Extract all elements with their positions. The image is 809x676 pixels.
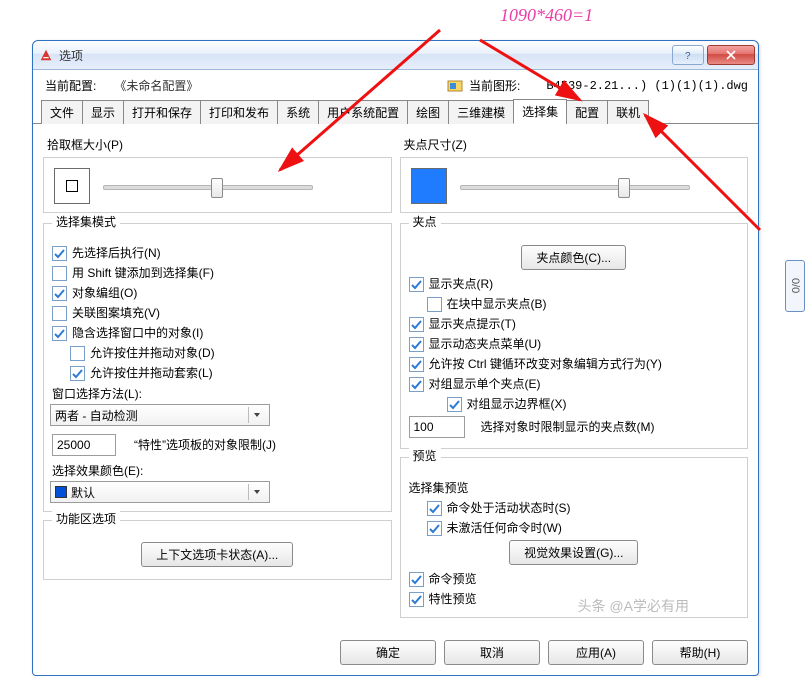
press-drag-lasso-label: 允许按住并拖动套索(L) bbox=[90, 365, 213, 381]
drawing-value: B4539-2.21...) (1)(1)(1).dwg bbox=[546, 79, 748, 93]
tab-selection[interactable]: 选择集 bbox=[513, 99, 567, 124]
grips-in-block-checkbox[interactable] bbox=[427, 297, 442, 312]
prop-preview-label: 特性预览 bbox=[429, 591, 477, 607]
tab-userpref[interactable]: 用户系统配置 bbox=[318, 100, 408, 124]
ctrl-cycle-checkbox[interactable] bbox=[409, 357, 424, 372]
watermark-text: 头条 @A学必有用 bbox=[578, 596, 689, 616]
side-tab[interactable]: 0/0 bbox=[785, 260, 805, 312]
grip-group-label: 夹点 bbox=[409, 213, 441, 230]
obj-group-label: 对象编组(O) bbox=[72, 285, 137, 301]
options-dialog: 选项 ? 当前配置: 《未命名配置》 当前图形: B4539-2.21...) … bbox=[32, 40, 759, 676]
profile-value: 《未命名配置》 bbox=[104, 77, 218, 94]
left-column: 拾取框大小(P) 选择集模式 先选择后执行(N) 用 Shift 键添加到选择集… bbox=[43, 132, 392, 626]
context-tab-state-button[interactable]: 上下文选项卡状态(A)... bbox=[141, 542, 293, 567]
close-window-button[interactable] bbox=[707, 45, 755, 65]
preview-group-label: 预览 bbox=[409, 447, 441, 464]
grip-tips-checkbox[interactable] bbox=[409, 317, 424, 332]
grip-color-button[interactable]: 夹点颜色(C)... bbox=[521, 245, 626, 270]
cancel-button[interactable]: 取消 bbox=[444, 640, 540, 665]
cmd-preview-checkbox[interactable] bbox=[409, 572, 424, 587]
group-bbox-checkbox[interactable] bbox=[447, 397, 462, 412]
tab-drafting[interactable]: 绘图 bbox=[407, 100, 449, 124]
visual-effect-button[interactable]: 视觉效果设置(G)... bbox=[509, 540, 638, 565]
assoc-hatch-label: 关联图案填充(V) bbox=[72, 305, 160, 321]
tab-plot[interactable]: 打印和发布 bbox=[200, 100, 278, 124]
tab-system[interactable]: 系统 bbox=[277, 100, 319, 124]
effect-color-label: 选择效果颜色(E): bbox=[52, 462, 385, 479]
drawing-label: 当前图形: bbox=[469, 77, 520, 94]
tab-strip: 文件 显示 打开和保存 打印和发布 系统 用户系统配置 绘图 三维建模 选择集 … bbox=[33, 98, 758, 124]
preview-no-cmd-checkbox[interactable] bbox=[427, 521, 442, 536]
implied-window-label: 隐含选择窗口中的对象(I) bbox=[72, 325, 203, 341]
implied-window-checkbox[interactable] bbox=[52, 326, 67, 341]
selection-mode-group-label: 选择集模式 bbox=[52, 213, 120, 230]
pickbox-slider[interactable] bbox=[103, 176, 313, 196]
tab-open-save[interactable]: 打开和保存 bbox=[123, 100, 201, 124]
help-window-button[interactable]: ? bbox=[672, 45, 704, 65]
preview-when-active-checkbox[interactable] bbox=[427, 501, 442, 516]
dialog-title: 选项 bbox=[59, 47, 83, 64]
dialog-button-row: 确定 取消 应用(A) 帮助(H) bbox=[33, 634, 758, 675]
header-row: 当前配置: 《未命名配置》 当前图形: B4539-2.21...) (1)(1… bbox=[33, 70, 758, 98]
tab-file[interactable]: 文件 bbox=[41, 100, 83, 124]
single-group-grip-label: 对组显示单个夹点(E) bbox=[429, 376, 541, 392]
ctrl-cycle-label: 允许按 Ctrl 键循环改变对象编辑方式行为(Y) bbox=[429, 356, 662, 372]
grip-size-slider[interactable] bbox=[460, 176, 690, 196]
dyn-menu-checkbox[interactable] bbox=[409, 337, 424, 352]
titlebar: 选项 ? bbox=[33, 41, 758, 70]
group-bbox-label: 对组显示边界框(X) bbox=[467, 396, 567, 412]
window-method-label: 窗口选择方法(L): bbox=[52, 385, 385, 402]
preview-no-cmd-label: 未激活任何命令时(W) bbox=[447, 520, 562, 536]
annotation-text: 1090*460=1 bbox=[500, 5, 593, 26]
tab-profiles[interactable]: 配置 bbox=[566, 100, 608, 124]
apply-button[interactable]: 应用(A) bbox=[548, 640, 644, 665]
pickbox-size-label: 拾取框大小(P) bbox=[47, 136, 392, 153]
press-drag-obj-checkbox[interactable] bbox=[70, 346, 85, 361]
grips-in-block-label: 在块中显示夹点(B) bbox=[447, 296, 547, 312]
app-logo-icon bbox=[39, 48, 53, 62]
cmd-preview-label: 命令预览 bbox=[429, 571, 477, 587]
tab-online[interactable]: 联机 bbox=[607, 100, 649, 124]
show-grips-checkbox[interactable] bbox=[409, 277, 424, 292]
prop-preview-checkbox[interactable] bbox=[409, 592, 424, 607]
press-drag-obj-label: 允许按住并拖动对象(D) bbox=[90, 345, 215, 361]
right-column: 夹点尺寸(Z) 夹点 夹点颜色(C)... 显示夹点(R) 在块中显示夹点(B)… bbox=[400, 132, 749, 626]
selection-preview-label: 选择集预览 bbox=[409, 479, 742, 496]
help-button[interactable]: 帮助(H) bbox=[652, 640, 748, 665]
property-limit-label: “特性”选项板的对象限制(J) bbox=[134, 437, 276, 453]
tab-3d[interactable]: 三维建模 bbox=[448, 100, 514, 124]
ribbon-group-label: 功能区选项 bbox=[52, 510, 120, 527]
drawing-icon bbox=[447, 78, 463, 94]
assoc-hatch-checkbox[interactable] bbox=[52, 306, 67, 321]
single-group-grip-checkbox[interactable] bbox=[409, 377, 424, 392]
grip-limit-input[interactable]: 100 bbox=[409, 416, 465, 438]
grip-limit-label: 选择对象时限制显示的夹点数(M) bbox=[481, 419, 655, 435]
shift-add-checkbox[interactable] bbox=[52, 266, 67, 281]
noun-verb-checkbox[interactable] bbox=[52, 246, 67, 261]
grip-preview bbox=[411, 168, 447, 204]
pickbox-preview bbox=[54, 168, 90, 204]
profile-label: 当前配置: bbox=[45, 77, 98, 94]
grip-size-label: 夹点尺寸(Z) bbox=[404, 136, 749, 153]
grip-tips-label: 显示夹点提示(T) bbox=[429, 316, 516, 332]
show-grips-label: 显示夹点(R) bbox=[429, 276, 494, 292]
tab-display[interactable]: 显示 bbox=[82, 100, 124, 124]
window-method-combo[interactable]: 两者 - 自动检测 bbox=[50, 404, 270, 426]
effect-color-combo[interactable]: 默认 bbox=[50, 481, 270, 503]
shift-add-label: 用 Shift 键添加到选择集(F) bbox=[72, 265, 214, 281]
property-limit-input[interactable]: 25000 bbox=[52, 434, 116, 456]
preview-when-active-label: 命令处于活动状态时(S) bbox=[447, 500, 571, 516]
press-drag-lasso-checkbox[interactable] bbox=[70, 366, 85, 381]
ok-button[interactable]: 确定 bbox=[340, 640, 436, 665]
noun-verb-label: 先选择后执行(N) bbox=[72, 245, 161, 261]
svg-text:?: ? bbox=[685, 51, 691, 60]
obj-group-checkbox[interactable] bbox=[52, 286, 67, 301]
dyn-menu-label: 显示动态夹点菜单(U) bbox=[429, 336, 542, 352]
